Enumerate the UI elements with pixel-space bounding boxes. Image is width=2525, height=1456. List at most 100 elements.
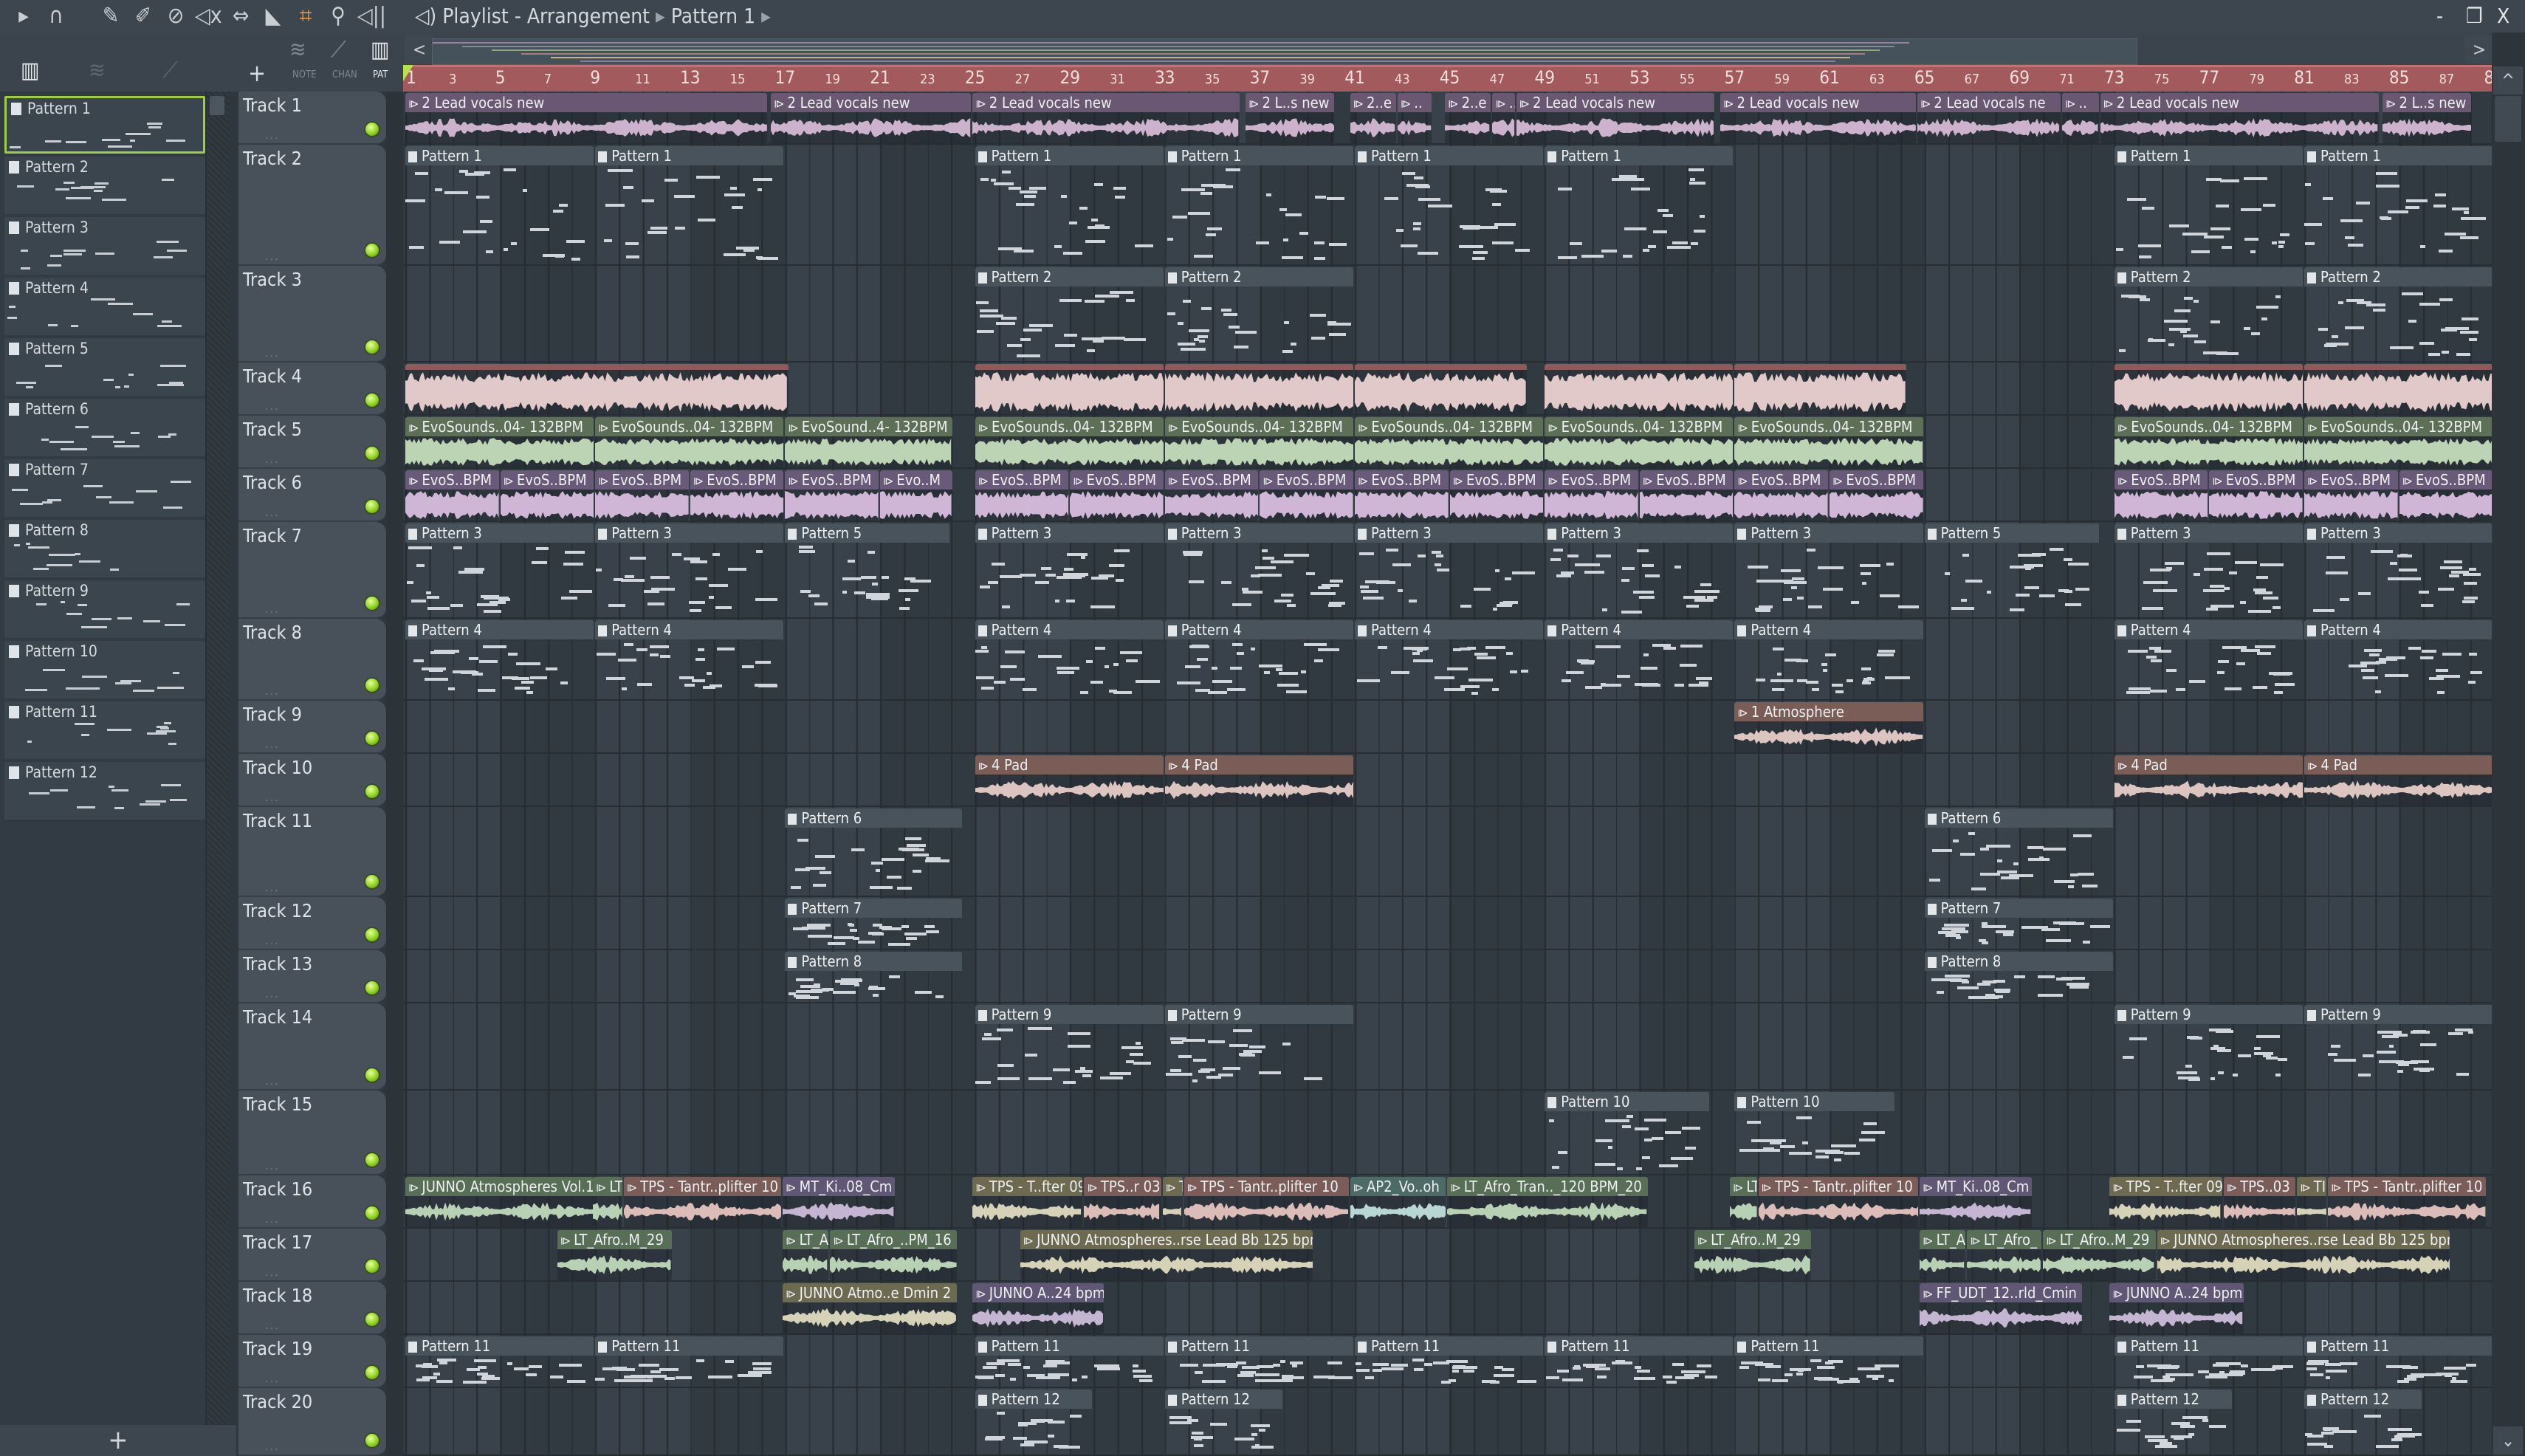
track-enable-led[interactable] [364, 873, 380, 890]
pattern-clip[interactable]: Pattern 11 [975, 1336, 1164, 1387]
pattern-item[interactable]: Pattern 4 [4, 278, 205, 335]
pattern-clip[interactable]: Pattern 2 [1164, 267, 1353, 361]
pattern-item[interactable]: Pattern 10 [4, 641, 205, 698]
current-pattern[interactable]: Pattern 1 [671, 4, 755, 28]
slice-icon[interactable]: ◣ [260, 3, 286, 30]
audio-clip[interactable]: ⧐ TPS - T..fter 09 [972, 1177, 1083, 1227]
pattern-item[interactable]: Pattern 2 [4, 157, 205, 214]
pattern-clip[interactable]: Pattern 4 [1355, 620, 1544, 699]
magnet-snap-icon[interactable]: ∩ [43, 3, 69, 30]
pattern-item[interactable]: Pattern 5 [4, 338, 205, 396]
menu-arrow-icon[interactable]: ▸ [10, 3, 37, 30]
audio-clip[interactable]: ⧐ JUNNO Atmospheres Vol.1 [405, 1177, 594, 1227]
track-options-icon[interactable]: ... [265, 1074, 280, 1088]
audio-clip[interactable]: ⧐TI [1162, 1177, 1183, 1227]
track-header[interactable]: Track 4... [238, 363, 386, 416]
pattern-clip[interactable]: Pattern 11 [595, 1336, 784, 1387]
track-lane[interactable]: ⧐ 4 Pad ⧐ 4 Pad ⧐ 4 Pad ⧐ 4 Pad [403, 754, 2492, 807]
audio-clip[interactable]: ⧐ EvoSounds..04- 132BPM [975, 417, 1164, 467]
track-options-icon[interactable]: ... [265, 1439, 280, 1453]
audio-clip[interactable]: ⧐ 2 Lead vocals new [1516, 93, 1714, 143]
vertical-scrollbar-thumb[interactable] [2495, 96, 2521, 142]
track-lane[interactable]: Pattern 1 Pattern 1 Pattern 1 Pattern 1 Patt… [403, 145, 2492, 266]
breadcrumb-arrow-icon[interactable]: ▸ [761, 4, 771, 28]
audio-clip[interactable]: ⧐ TPS - Tantr..plifter 10 [1758, 1177, 1919, 1227]
track-header[interactable]: Track 16... [238, 1175, 386, 1229]
audio-clip[interactable]: ⧐.. [1397, 93, 1432, 143]
pattern-clip[interactable]: Pattern 3 [1164, 523, 1353, 617]
track-header[interactable]: Track 7... [238, 522, 386, 619]
track-enable-led[interactable] [364, 730, 380, 746]
audio-clip[interactable]: ⧐ JUNNO A..24 bpm [2109, 1283, 2244, 1333]
track-lane[interactable]: ⧐ LT_Afro..M_29 ⧐ LT_A ⧐ LT_Afro_..PM_16 ⧐ JUNN… [403, 1229, 2492, 1282]
piano-roll-icon[interactable]: ▥ [21, 58, 40, 83]
pattern-clip[interactable]: Pattern 4 [595, 620, 784, 699]
audio-clip[interactable]: ⧐ EvoS..BPM [1830, 470, 1923, 521]
track-enable-led[interactable] [364, 498, 380, 515]
pattern-clip[interactable]: Pattern 11 [405, 1336, 594, 1387]
tab-chan[interactable]: CHAN [332, 69, 357, 80]
track-options-icon[interactable]: ... [265, 249, 280, 263]
audio-clip[interactable]: ⧐ EvoSounds..04- 132BPM [2114, 417, 2303, 467]
pat-tab-icon[interactable]: ▥ [371, 37, 390, 63]
audio-clip[interactable]: ⧐ LT_Afro..M_29 [557, 1230, 673, 1280]
pattern-clip[interactable]: Pattern 11 [1355, 1336, 1544, 1387]
track-header[interactable]: Track 19... [238, 1335, 386, 1388]
track-header[interactable]: Track 6... [238, 469, 386, 522]
audio-clip[interactable]: ⧐ EvoS..BPM [975, 470, 1069, 521]
note-tab-icon[interactable]: ≋ [289, 37, 306, 63]
track-lane[interactable]: ⧐ EvoSounds..04- 132BPM ⧐ EvoSounds..04- 13… [403, 416, 2492, 469]
tab-note[interactable]: NOTE [292, 69, 316, 80]
audio-clip[interactable]: ⧐ TPS..03 [2223, 1177, 2296, 1227]
track-lane[interactable]: ⧐ 1 Atmosphere [403, 701, 2492, 754]
audio-clip[interactable]: ⧐ Evo..M [880, 470, 952, 521]
audio-clip[interactable]: ⧐ TPS - Tantr..plifter 10 [1184, 1177, 1349, 1227]
track-options-icon[interactable]: ... [265, 1158, 280, 1172]
track-lane[interactable]: Pattern 3 Pattern 3 Pattern 5 Pattern 3 Patt… [403, 522, 2492, 619]
audio-clip[interactable]: ⧐ JUNNO Atmospheres..rse Lead Bb 125 bpm [2157, 1230, 2450, 1280]
pattern-clip[interactable]: Pattern 2 [2304, 267, 2492, 361]
audio-clip[interactable]: ⧐ 2 L..s new [2383, 93, 2472, 143]
track-lane[interactable]: Pattern 11 Pattern 11 Pattern 11 Pattern 11… [403, 1335, 2492, 1388]
audio-clip[interactable]: ⧐ MT_Ki..08_Cm [1920, 1177, 2033, 1227]
track-header[interactable]: Track 15... [238, 1091, 386, 1175]
pattern-clip[interactable]: Pattern 1 [975, 146, 1164, 264]
pencil-draw-icon[interactable]: ✎ [97, 3, 124, 30]
audio-clip[interactable]: ⧐ EvoSounds..04- 132BPM [405, 417, 594, 467]
scroll-right-button[interactable]: > [2464, 35, 2494, 63]
chan-tab-icon[interactable]: ⟋ [331, 37, 346, 63]
track-options-icon[interactable]: ... [265, 880, 280, 894]
track-header[interactable]: Track 8... [238, 619, 386, 701]
pattern-clip[interactable]: Pattern 1 [2114, 146, 2303, 264]
track-options-icon[interactable]: ... [265, 933, 280, 947]
audio-clip[interactable]: ⧐ EvoS..BPM [2399, 470, 2492, 521]
pattern-clip[interactable]: Pattern 10 [1734, 1092, 1894, 1174]
track-header[interactable]: Track 10... [238, 754, 386, 807]
pattern-clip[interactable]: Pattern 1 [1545, 146, 1734, 264]
audio-clip[interactable]: ⧐ JUNNO Atmospheres..rse Lead Bb 125 bpm [1020, 1230, 1313, 1280]
audio-clip[interactable]: ⧐ LT_Afro_..PM_16 [830, 1230, 958, 1280]
track-options-icon[interactable]: ... [265, 602, 280, 616]
track-lane[interactable]: Pattern 9 Pattern 9 Pattern 9 Pattern 9 [403, 1003, 2492, 1091]
audio-clip[interactable]: ⧐ [1355, 364, 1527, 414]
track-header[interactable]: Track 1... [238, 92, 386, 145]
audio-clip[interactable]: ⧐ EvoS..BPM [2304, 470, 2398, 521]
pattern-clip[interactable]: Pattern 1 [1355, 146, 1544, 264]
pattern-clip[interactable]: Pattern 9 [1164, 1005, 1353, 1089]
track-header[interactable]: Track 14... [238, 1003, 386, 1091]
audio-clip[interactable]: ⧐ 2 Lead vocals new [2100, 93, 2379, 143]
audio-clip[interactable]: ⧐ LT_Afro..M_29 [2043, 1230, 2156, 1280]
audio-clip[interactable]: ⧐ EvoSounds..04- 132BPM [1164, 417, 1353, 467]
audio-clip[interactable]: ⧐ EvoS..BPM [1639, 470, 1734, 521]
track-options-icon[interactable]: ... [265, 128, 280, 142]
pattern-clip[interactable]: Pattern 5 [785, 523, 950, 617]
pattern-clip[interactable]: Pattern 12 [1164, 1390, 1282, 1455]
track-lane[interactable]: Pattern 10 Pattern 10 [403, 1091, 2492, 1175]
audio-clip[interactable]: ⧐ EvoSounds..04- 132BPM [1734, 417, 1923, 467]
audio-clip[interactable]: ⧐ MT_Ki..08_Cm [783, 1177, 896, 1227]
pattern-item[interactable]: Pattern 11 [4, 701, 205, 759]
audio-clip[interactable]: ⧐ TPS - Tantr..plifter 10 [623, 1177, 782, 1227]
audio-clip[interactable]: ⧐ 2 Lead vocals new [405, 93, 767, 143]
slip-icon[interactable]: ⇔ [227, 3, 254, 30]
track-lane[interactable]: ⧐ 2 Lead vocals new ⧐ 2 Lead vocals new ⧐ 2 L… [403, 92, 2492, 145]
